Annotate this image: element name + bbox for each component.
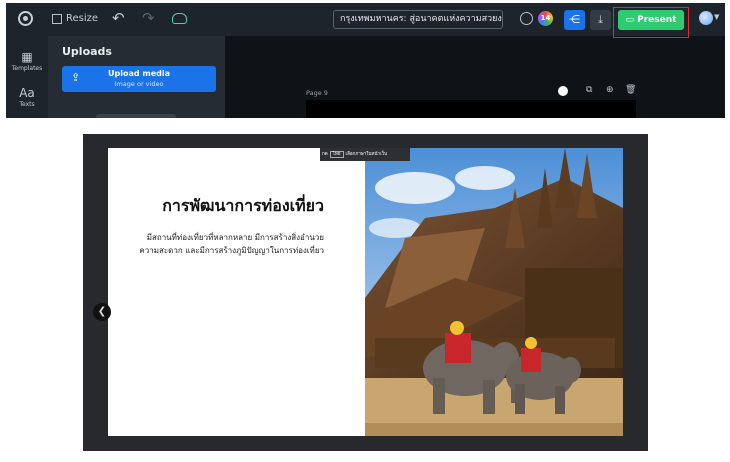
language-select[interactable]: ไทย	[329, 151, 344, 158]
upload-media-button[interactable]: ⇪ Upload media Image or video	[62, 66, 216, 92]
rail-item-label: Texts	[19, 101, 35, 108]
resize-button[interactable]: Resize	[66, 13, 98, 24]
text-icon: Aa	[19, 86, 35, 100]
redo-icon[interactable]: ↷	[142, 9, 155, 27]
app-logo-icon[interactable]	[18, 11, 33, 26]
slide-text-area: การพัฒนาการท่องเที่ยว มีสถานที่ท่องเที่ย…	[108, 148, 365, 436]
prev-slide-button[interactable]: ❮	[93, 303, 111, 321]
download-button[interactable]: ⤓	[590, 10, 611, 30]
uploads-panel: Uploads ⇪ Upload media Image or video	[48, 36, 225, 118]
rail-item-templates[interactable]: ▦ Templates	[6, 50, 48, 72]
avatar[interactable]	[699, 11, 713, 25]
palette-icon[interactable]	[520, 12, 533, 25]
present-icon: ▭	[625, 15, 635, 25]
chevron-left-icon: ❮	[97, 306, 107, 317]
page-color-swatch[interactable]	[558, 86, 568, 96]
upload-label: Upload media	[108, 69, 170, 78]
duplicate-page-icon[interactable]: ⧉	[586, 85, 592, 95]
temple-elephant-photo	[365, 148, 623, 436]
page-canvas-preview[interactable]	[306, 100, 636, 118]
language-hint: เลือกภาษาในหน้าเว็บ	[345, 152, 388, 157]
download-icon: ⤓	[598, 13, 603, 26]
editor-window: Resize ↶ ↷ กรุงเทพมหานคร: สู่อนาคตแห่งคว…	[6, 3, 725, 118]
templates-icon: ▦	[21, 50, 33, 64]
rail-item-label: Templates	[11, 65, 43, 72]
collaborators-badge[interactable]: 14	[538, 11, 553, 26]
present-button[interactable]: ▭ Present	[618, 10, 684, 30]
panel-title: Uploads	[62, 45, 112, 58]
upload-sublabel: Image or video	[114, 80, 164, 88]
present-label: Present	[637, 15, 677, 25]
page-label: Page 9	[306, 89, 328, 97]
share-icon: ⋲	[569, 13, 580, 26]
left-rail: ▦ Templates Aa Texts	[6, 36, 48, 118]
undo-icon[interactable]: ↶	[112, 9, 125, 27]
chevron-down-icon[interactable]: ▼	[714, 13, 719, 21]
delete-page-icon[interactable]: 🗑	[625, 85, 636, 95]
rail-item-texts[interactable]: Aa Texts	[6, 86, 48, 108]
slide: การพัฒนาการท่องเที่ยว มีสถานที่ท่องเที่ย…	[108, 148, 623, 436]
presentation-view: การพัฒนาการท่องเที่ยว มีสถานที่ท่องเที่ย…	[83, 134, 648, 451]
panel-scrollbar[interactable]	[96, 114, 176, 118]
top-toolbar: Resize ↶ ↷ กรุงเทพมหานคร: สู่อนาคตแห่งคว…	[6, 3, 725, 38]
document-title-input[interactable]: กรุงเทพมหานคร: สู่อนาคตแห่งความสวยงา...	[333, 10, 503, 29]
add-page-icon[interactable]: ⊕	[606, 85, 614, 95]
slide-title: การพัฒนาการท่องเที่ยว	[162, 196, 324, 215]
slide-body: มีสถานที่ท่องเที่ยวที่หลากหลาย มีการสร้า…	[139, 233, 324, 255]
cloud-saved-icon	[172, 13, 187, 24]
language-bar: กด ไทย เลือกภาษาในหน้าเว็บ	[320, 148, 410, 161]
share-button[interactable]: ⋲	[564, 10, 585, 30]
resize-icon[interactable]	[52, 14, 62, 24]
language-prompt: กด	[322, 152, 328, 157]
